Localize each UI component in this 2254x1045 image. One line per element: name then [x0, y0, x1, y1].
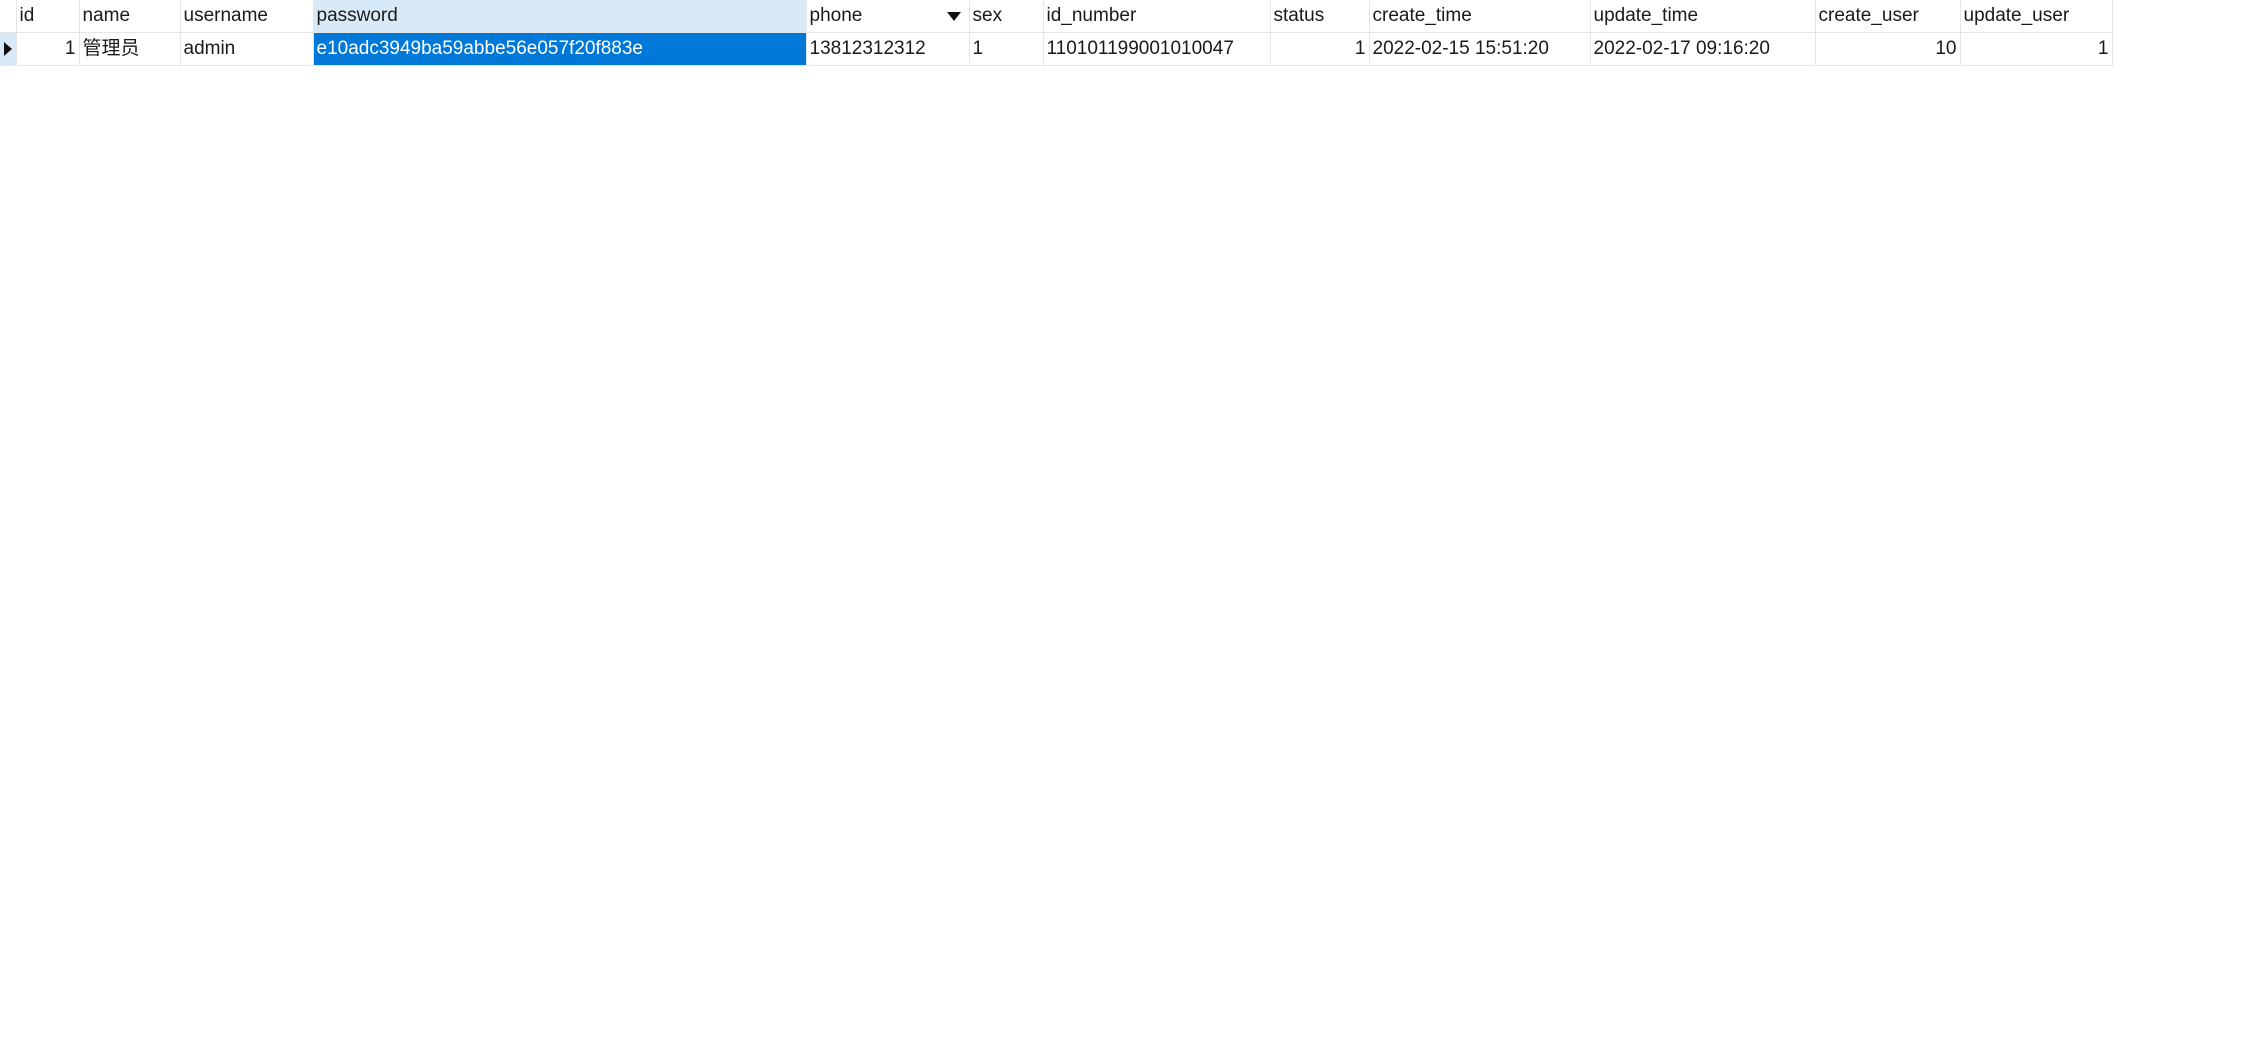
column-header-phone[interactable]: phone — [806, 0, 970, 33]
cell-id-number[interactable]: 110101199001010047 — [1043, 32, 1271, 66]
cell-phone[interactable]: 13812312312 — [806, 32, 970, 66]
cell-name[interactable]: 管理员 — [79, 32, 181, 66]
column-header-phone-label: phone — [809, 5, 863, 26]
cell-username[interactable]: admin — [180, 32, 314, 66]
column-header-id-number[interactable]: id_number — [1043, 0, 1271, 33]
cell-update-time[interactable]: 2022-02-17 09:16:20 — [1590, 32, 1816, 66]
table-row[interactable]: 1 管理员 admin e10adc3949ba59abbe56e057f20f… — [0, 32, 2113, 66]
column-header-status[interactable]: status — [1270, 0, 1370, 33]
cell-password[interactable]: e10adc3949ba59abbe56e057f20f883e — [313, 32, 807, 66]
column-header-username[interactable]: username — [180, 0, 314, 33]
column-header-name[interactable]: name — [79, 0, 181, 33]
cell-sex[interactable]: 1 — [969, 32, 1044, 66]
column-header-create-user[interactable]: create_user — [1815, 0, 1961, 33]
cell-status[interactable]: 1 — [1270, 32, 1370, 66]
column-header-password[interactable]: password — [313, 0, 807, 33]
column-header-update-time[interactable]: update_time — [1590, 0, 1816, 33]
header-row: id name username password phone sex id_n… — [0, 0, 2113, 33]
column-header-create-time[interactable]: create_time — [1369, 0, 1591, 33]
cell-id[interactable]: 1 — [16, 32, 80, 66]
sort-desc-icon[interactable] — [946, 12, 961, 21]
column-header-id[interactable]: id — [16, 0, 80, 33]
data-grid: id name username password phone sex id_n… — [0, 0, 2113, 66]
row-indicator[interactable] — [0, 32, 17, 66]
cell-create-user[interactable]: 10 — [1815, 32, 1961, 66]
column-header-sex[interactable]: sex — [969, 0, 1044, 33]
triangle-right-icon — [3, 41, 12, 56]
cell-create-time[interactable]: 2022-02-15 15:51:20 — [1369, 32, 1591, 66]
row-indicator-header — [0, 0, 17, 33]
column-header-update-user[interactable]: update_user — [1960, 0, 2113, 33]
cell-update-user[interactable]: 1 — [1960, 32, 2113, 66]
